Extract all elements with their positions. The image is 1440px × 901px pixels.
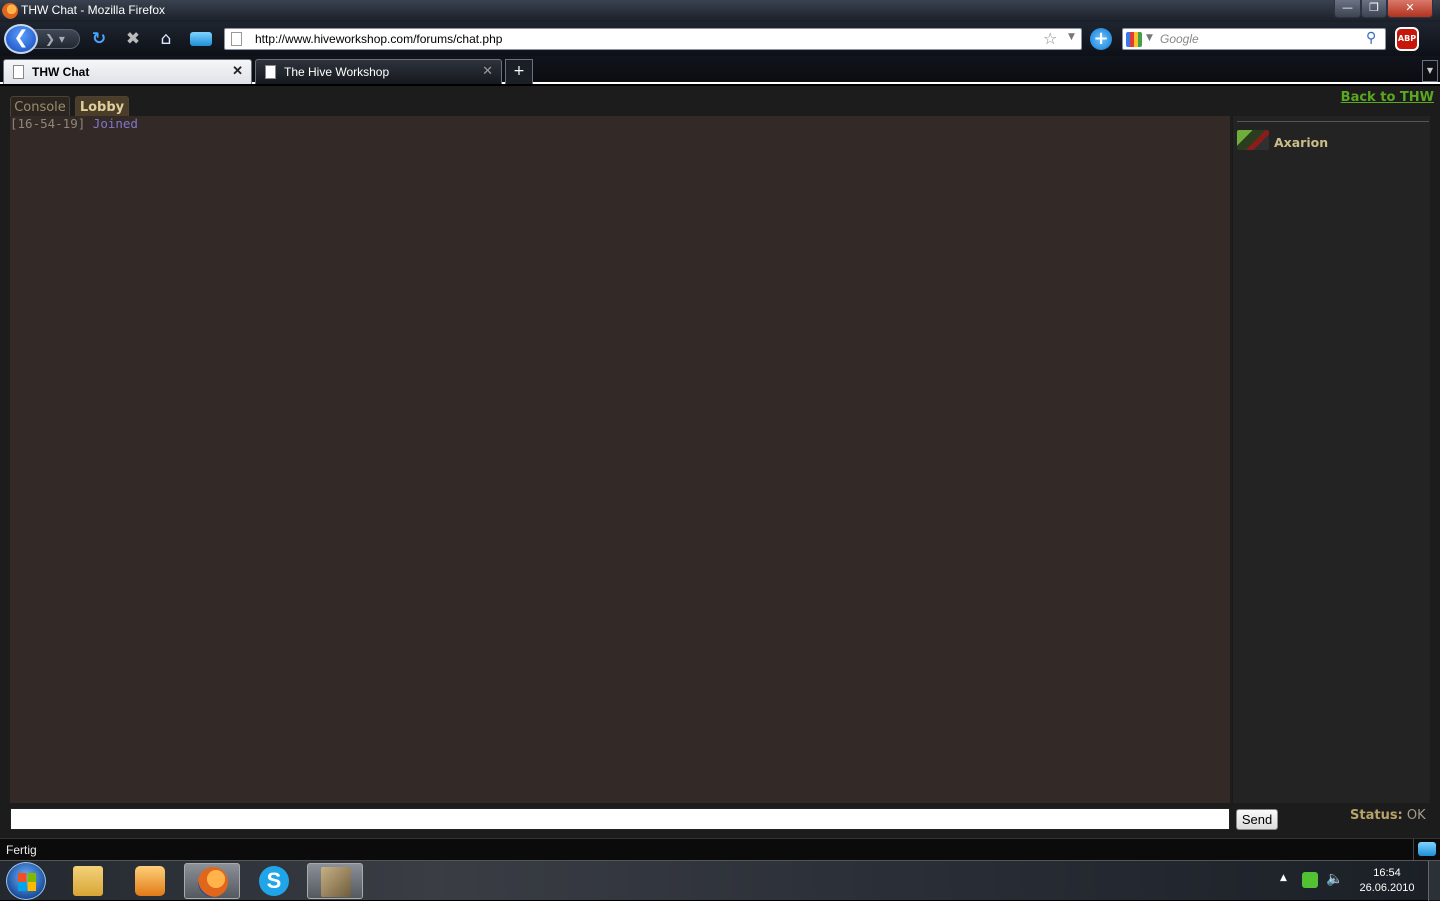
user-list-divider [1237, 121, 1429, 122]
connection-status: Status: OK [1350, 808, 1426, 823]
message-text: Joined [92, 116, 138, 131]
add-on-plus-icon[interactable]: + [1090, 28, 1112, 50]
search-engine-dropdown-icon[interactable]: ▼ [1146, 33, 1153, 43]
status-text: Fertig [6, 843, 37, 857]
security-tray-icon[interactable] [1302, 872, 1318, 888]
tab-label: The Hive Workshop [284, 65, 390, 79]
url-input[interactable] [255, 31, 1035, 47]
back-to-thw-link[interactable]: Back to THW [1341, 90, 1434, 105]
tab-view-icon[interactable] [190, 29, 214, 49]
adblock-plus-icon[interactable]: ABP [1395, 27, 1419, 51]
media-player-task-button[interactable] [122, 863, 178, 899]
volume-icon[interactable]: 🔈 [1326, 871, 1343, 887]
close-tab-icon[interactable]: ✕ [482, 63, 493, 79]
explorer-icon [73, 866, 103, 896]
browser-tab-strip: THW Chat ✕ The Hive Workshop ✕ + ▼ [0, 56, 1440, 84]
tab-view-status-icon[interactable] [1418, 842, 1436, 856]
message-timestamp: [16-54-19] [10, 116, 86, 131]
page-icon [265, 65, 276, 79]
url-history-dropdown-icon[interactable]: ▼ [1068, 32, 1075, 42]
tab-the-hive-workshop[interactable]: The Hive Workshop ✕ [255, 59, 502, 84]
send-button[interactable]: Send [1236, 809, 1278, 830]
chat-message: [16-54-19] Joined [10, 117, 1230, 131]
user-avatar-icon [1237, 130, 1269, 150]
reload-icon[interactable]: ↻ [88, 29, 110, 49]
chat-message-input[interactable] [10, 808, 1230, 830]
minimize-button[interactable]: — [1334, 0, 1361, 18]
window-title-bar: THW Chat - Mozilla Firefox — ❐ ✕ [0, 0, 1440, 22]
firefox-task-button[interactable] [184, 863, 240, 899]
status-value: OK [1406, 808, 1426, 823]
warcraft-editor-icon [321, 867, 351, 897]
chat-page: Console Lobby Back to THW [16-54-19] Joi… [0, 86, 1440, 838]
user-list: Axarion [1232, 116, 1430, 803]
bookmark-star-icon[interactable]: ☆ [1043, 29, 1057, 48]
firefox-icon [2, 3, 18, 19]
page-icon [231, 32, 242, 46]
new-tab-button[interactable]: + [505, 59, 533, 84]
start-button[interactable] [6, 862, 46, 900]
firefox-icon [198, 867, 228, 897]
page-icon [13, 65, 24, 79]
back-button[interactable]: ❮ [4, 24, 38, 54]
tab-list-button[interactable]: ▼ [1422, 60, 1438, 82]
show-desktop-button[interactable] [1428, 861, 1440, 901]
clock-time: 16:54 [1373, 867, 1401, 879]
stop-icon[interactable]: ✖ [122, 29, 144, 49]
tab-thw-chat[interactable]: THW Chat ✕ [3, 59, 252, 84]
close-tab-icon[interactable]: ✕ [232, 63, 243, 79]
google-engine-icon[interactable] [1126, 32, 1142, 47]
skype-task-button[interactable]: S [246, 863, 302, 899]
clock-date: 26.06.2010 [1359, 882, 1415, 894]
status-divider [1413, 839, 1414, 861]
system-clock[interactable]: 16:54 26.06.2010 [1352, 866, 1422, 896]
username: Axarion [1274, 135, 1329, 150]
message-log[interactable]: [16-54-19] Joined [10, 116, 1230, 803]
explorer-task-button[interactable] [60, 863, 116, 899]
warcraft-editor-task-button[interactable] [307, 863, 363, 899]
navigation-toolbar: ❯ ▾ ❮ ↻ ✖ ⌂ ☆ ▼ + ▼ ⚲ ABP [0, 22, 1440, 56]
windows-taskbar: S ▲ 🔈 16:54 26.06.2010 [0, 860, 1440, 901]
maximize-button[interactable]: ❐ [1361, 0, 1387, 18]
forward-button[interactable]: ❯ ▾ [34, 29, 80, 49]
search-input[interactable] [1160, 31, 1360, 47]
media-player-icon [135, 866, 165, 896]
window-title: THW Chat - Mozilla Firefox [21, 3, 166, 17]
address-bar[interactable]: ☆ ▼ [224, 28, 1082, 50]
skype-icon: S [259, 866, 289, 896]
close-window-button[interactable]: ✕ [1387, 0, 1433, 18]
show-hidden-icons-icon[interactable]: ▲ [1280, 873, 1287, 883]
search-icon[interactable]: ⚲ [1366, 30, 1376, 46]
tab-label: THW Chat [32, 65, 90, 79]
home-icon[interactable]: ⌂ [155, 29, 177, 49]
browser-status-bar: Fertig [0, 838, 1440, 861]
status-label: Status: [1350, 808, 1403, 823]
search-bar[interactable]: ▼ ⚲ [1122, 28, 1386, 50]
